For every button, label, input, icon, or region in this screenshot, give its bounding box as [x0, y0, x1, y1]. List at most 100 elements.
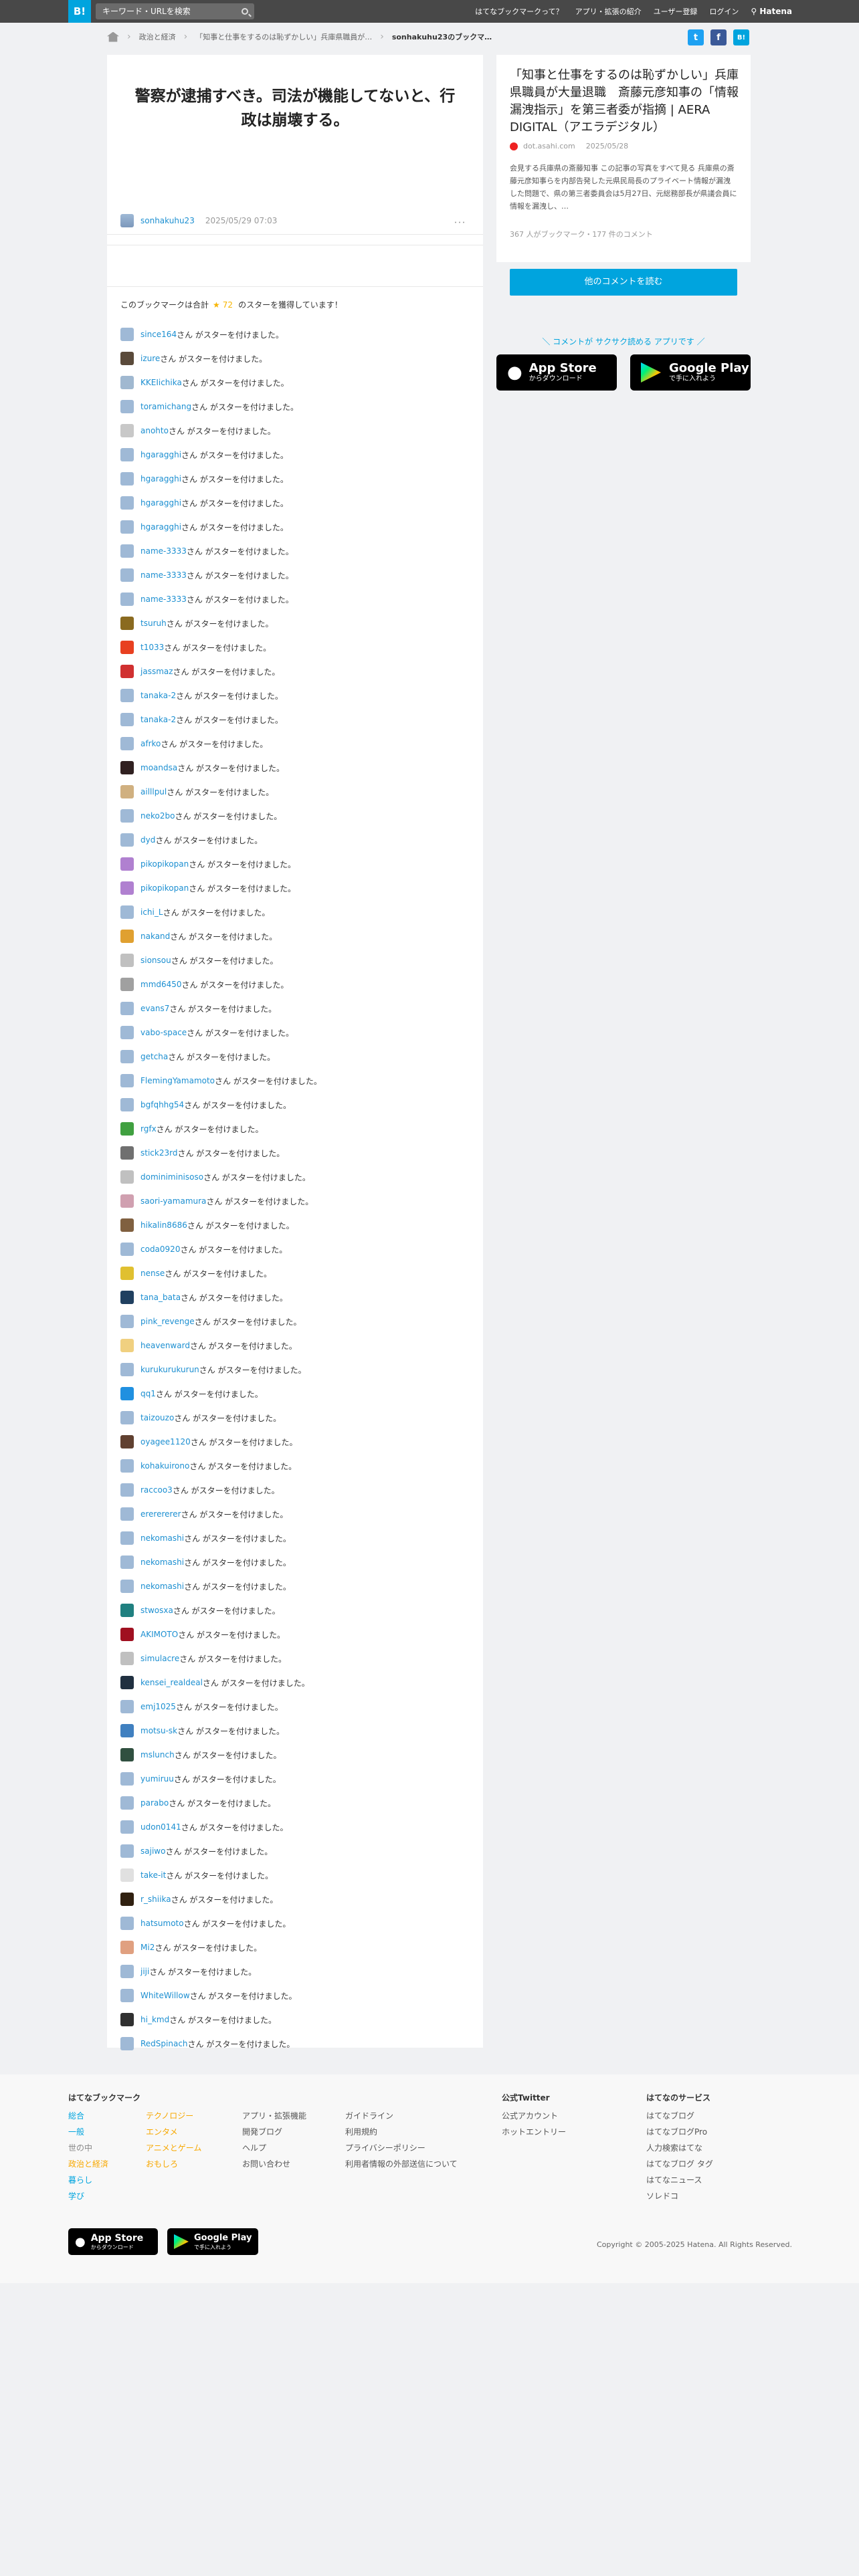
nav-register[interactable]: ユーザー登録 — [654, 6, 698, 17]
footer-link[interactable]: 世の中 — [68, 2140, 108, 2156]
footer-link[interactable]: 一般 — [68, 2124, 108, 2140]
avatar[interactable] — [120, 1315, 134, 1328]
twitter-share-icon[interactable]: t — [688, 29, 704, 45]
avatar[interactable] — [120, 713, 134, 726]
star-user-name[interactable]: kurukurukurun — [140, 1365, 199, 1374]
avatar[interactable] — [120, 214, 134, 227]
footer-link[interactable]: お問い合わせ — [242, 2156, 306, 2172]
footer-link[interactable]: 総合 — [68, 2108, 108, 2124]
footer-link[interactable]: 利用者情報の外部送信について — [345, 2156, 458, 2172]
footer-link[interactable]: ホットエントリー — [502, 2124, 566, 2140]
star-user-name[interactable]: sajiwo — [140, 1846, 165, 1856]
star-user-name[interactable]: bgfqhhg54 — [140, 1100, 184, 1109]
avatar[interactable] — [120, 1652, 134, 1665]
avatar[interactable] — [120, 1339, 134, 1352]
avatar[interactable] — [120, 881, 134, 895]
entry-counts[interactable]: 367 人がブックマーク・177 件のコメント — [510, 229, 653, 239]
search-input[interactable]: キーワード・URLを検索 — [96, 3, 254, 19]
home-icon[interactable] — [107, 31, 119, 42]
star-user-name[interactable]: hikalin8686 — [140, 1220, 187, 1230]
star-user-name[interactable]: taizouzo — [140, 1413, 174, 1422]
star-user-name[interactable]: vabo-space — [140, 1028, 187, 1037]
owner-name[interactable]: sonhakuhu23 — [140, 216, 195, 225]
star-user-name[interactable]: anohto — [140, 426, 169, 435]
star-user-name[interactable]: stick23rd — [140, 1148, 177, 1158]
more-icon[interactable]: ･･･ — [454, 217, 466, 228]
star-user-name[interactable]: nekomashi — [140, 1582, 184, 1591]
avatar[interactable] — [120, 593, 134, 606]
star-user-name[interactable]: stwosxa — [140, 1606, 173, 1615]
star-user-name[interactable]: KKEIichika — [140, 378, 182, 387]
avatar[interactable] — [120, 1411, 134, 1424]
avatar[interactable] — [120, 1604, 134, 1617]
footer-link[interactable]: アニメとゲーム — [146, 2140, 201, 2156]
avatar[interactable] — [120, 1941, 134, 1954]
avatar[interactable] — [120, 568, 134, 582]
footer-app-store-button[interactable]: ● App Store からダウンロード — [68, 2228, 158, 2255]
app-store-button[interactable]: ● App Store からダウンロード — [496, 354, 617, 391]
star-user-name[interactable]: Mi2 — [140, 1943, 155, 1952]
avatar[interactable] — [120, 665, 134, 678]
search-icon[interactable] — [242, 8, 248, 15]
avatar[interactable] — [120, 978, 134, 991]
star-user-name[interactable]: nense — [140, 1269, 165, 1278]
avatar[interactable] — [120, 1917, 134, 1930]
star-user-name[interactable]: hgaragghi — [140, 498, 181, 508]
avatar[interactable] — [120, 400, 134, 413]
hatebu-share-icon[interactable]: B! — [733, 29, 749, 45]
avatar[interactable] — [120, 954, 134, 967]
star-user-name[interactable]: yumiruu — [140, 1774, 174, 1784]
star-user-name[interactable]: saori-yamamura — [140, 1196, 206, 1206]
footer-link[interactable]: プライバシーポリシー — [345, 2140, 458, 2156]
breadcrumb-entry[interactable]: 「知事と仕事をするのは恥ずかしい」兵庫県職員が… — [195, 31, 372, 42]
star-user-name[interactable]: coda0920 — [140, 1245, 180, 1254]
star-user-name[interactable]: tanaka-2 — [140, 691, 176, 700]
star-user-name[interactable]: kensei_realdeal — [140, 1678, 203, 1687]
avatar[interactable] — [120, 833, 134, 847]
star-user-name[interactable]: oyagee1120 — [140, 1437, 191, 1446]
star-user-name[interactable]: ailllpul — [140, 787, 167, 796]
avatar[interactable] — [120, 1989, 134, 2002]
star-user-name[interactable]: name-3333 — [140, 546, 187, 556]
avatar[interactable] — [120, 1507, 134, 1521]
star-user-name[interactable]: take-it — [140, 1870, 166, 1880]
nav-login[interactable]: ログイン — [709, 6, 739, 17]
avatar[interactable] — [120, 641, 134, 654]
nav-about[interactable]: はてなブックマークって？ — [475, 6, 563, 17]
footer-link[interactable]: おもしろ — [146, 2156, 201, 2172]
avatar[interactable] — [120, 1772, 134, 1786]
star-user-name[interactable]: nekomashi — [140, 1558, 184, 1567]
star-user-name[interactable]: name-3333 — [140, 570, 187, 580]
avatar[interactable] — [120, 1194, 134, 1208]
avatar[interactable] — [120, 1098, 134, 1111]
footer-link[interactable]: はてなブログ — [646, 2108, 713, 2124]
avatar[interactable] — [120, 1363, 134, 1376]
footer-link[interactable]: 利用規約 — [345, 2124, 458, 2140]
star-user-name[interactable]: hgaragghi — [140, 522, 181, 532]
avatar[interactable] — [120, 1483, 134, 1497]
avatar[interactable] — [120, 1267, 134, 1280]
avatar[interactable] — [120, 1170, 134, 1184]
bookmark-date[interactable]: 2025/05/29 07:03 — [205, 216, 278, 225]
avatar[interactable] — [120, 905, 134, 919]
star-user-name[interactable]: udon0141 — [140, 1822, 181, 1832]
avatar[interactable] — [120, 424, 134, 437]
star-user-name[interactable]: getcha — [140, 1052, 168, 1061]
star-user-name[interactable]: heavenward — [140, 1341, 190, 1350]
avatar[interactable] — [120, 1387, 134, 1400]
avatar[interactable] — [120, 1243, 134, 1256]
avatar[interactable] — [120, 1893, 134, 1906]
star-user-name[interactable]: hatsumoto — [140, 1919, 184, 1928]
star-user-name[interactable]: toramichang — [140, 402, 191, 411]
avatar[interactable] — [120, 1868, 134, 1882]
star-user-name[interactable]: neko2bo — [140, 811, 175, 821]
footer-link[interactable]: ヘルプ — [242, 2140, 306, 2156]
star-user-name[interactable]: pink_revenge — [140, 1317, 195, 1326]
star-user-name[interactable]: qq1 — [140, 1389, 156, 1398]
star-user-name[interactable]: WhiteWillow — [140, 1991, 190, 2000]
star-user-name[interactable]: jiji — [140, 1967, 149, 1976]
avatar[interactable] — [120, 1291, 134, 1304]
star-user-name[interactable]: motsu-sk — [140, 1726, 177, 1735]
star-user-name[interactable]: kohakuirono — [140, 1461, 189, 1471]
footer-link[interactable]: 暮らし — [68, 2172, 108, 2188]
